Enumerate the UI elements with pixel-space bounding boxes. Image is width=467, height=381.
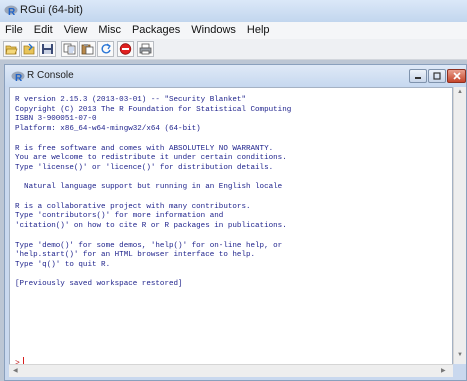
copy-button[interactable] <box>61 41 78 57</box>
open-script-icon <box>5 45 18 55</box>
print-icon <box>139 43 152 55</box>
svg-text:R: R <box>8 7 16 17</box>
save-workspace-button[interactable] <box>39 41 56 57</box>
close-icon <box>453 72 461 80</box>
horizontal-scrollbar[interactable]: ◀ ▶ <box>9 364 453 377</box>
r-console-window[interactable]: R R Console R version 2.15.3 (2013-03-01… <box>4 64 467 381</box>
menu-help[interactable]: Help <box>242 22 276 39</box>
scroll-right-icon[interactable]: ▶ <box>441 367 446 374</box>
copy-paste-icon <box>101 43 111 54</box>
r-logo-icon: R <box>11 71 25 83</box>
minimize-button[interactable] <box>409 69 427 83</box>
save-workspace-icon <box>42 44 53 54</box>
menu-bar: File Edit View Misc Packages Windows Hel… <box>0 22 467 39</box>
maximize-button[interactable] <box>428 69 446 83</box>
load-workspace-button[interactable] <box>21 41 38 57</box>
app-title: RGui (64-bit) <box>20 4 83 16</box>
menu-misc[interactable]: Misc <box>93 22 127 39</box>
print-button[interactable] <box>137 41 154 57</box>
copy-paste-button[interactable] <box>97 41 114 57</box>
toolbar <box>0 39 467 60</box>
r-logo-icon: R <box>4 5 18 17</box>
menu-windows[interactable]: Windows <box>186 22 242 39</box>
menu-file[interactable]: File <box>0 22 29 39</box>
menu-view[interactable]: View <box>59 22 94 39</box>
scroll-down-icon[interactable]: ▼ <box>457 352 463 358</box>
close-button[interactable] <box>447 69 466 83</box>
copy-icon <box>63 43 76 55</box>
console-titlebar[interactable]: R R Console <box>5 65 466 87</box>
paste-button[interactable] <box>79 41 96 57</box>
console-startup-text: R version 2.15.3 (2013-03-01) -- "Securi… <box>15 96 292 289</box>
app-titlebar[interactable]: R RGui (64-bit) <box>0 0 467 22</box>
console-title: R Console <box>27 70 74 81</box>
console-output[interactable]: R version 2.15.3 (2013-03-01) -- "Securi… <box>9 87 453 376</box>
svg-text:R: R <box>15 73 23 83</box>
maximize-icon <box>433 72 441 80</box>
menu-edit[interactable]: Edit <box>29 22 59 39</box>
scroll-left-icon[interactable]: ◀ <box>13 367 18 374</box>
open-script-button[interactable] <box>3 41 20 57</box>
minimize-icon <box>415 77 421 79</box>
stop-button[interactable] <box>117 41 134 57</box>
vertical-scrollbar[interactable]: ▲ ▼ <box>453 87 466 364</box>
load-workspace-icon <box>23 43 35 55</box>
stop-icon <box>119 43 132 55</box>
paste-icon <box>81 44 94 55</box>
menu-packages[interactable]: Packages <box>127 22 186 39</box>
scroll-up-icon[interactable]: ▲ <box>457 89 463 95</box>
